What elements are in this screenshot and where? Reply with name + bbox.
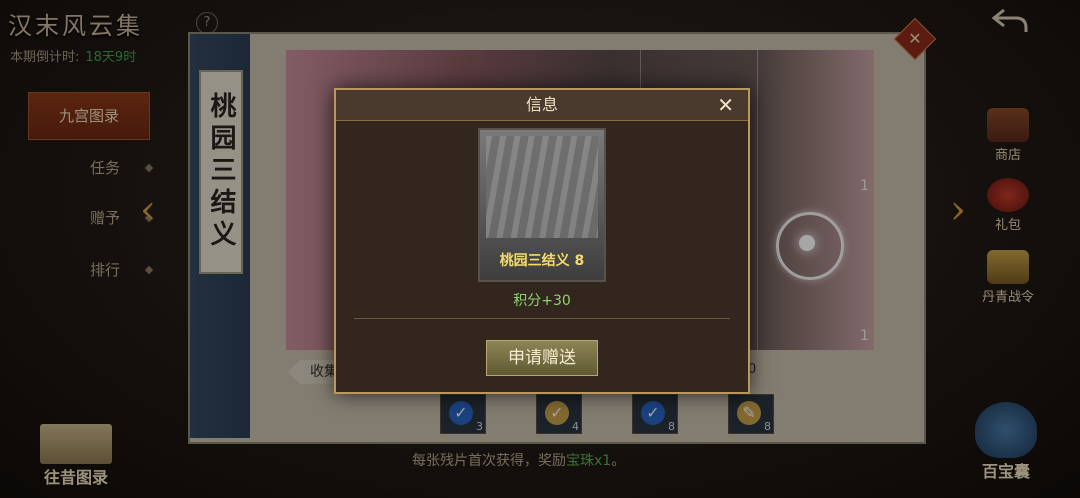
fragment-name: 桃园三结义 8	[499, 253, 585, 269]
fragment-image	[486, 136, 598, 238]
apply-gift-button[interactable]: 申请赠送	[486, 340, 598, 376]
info-dialog: 信息 ✕ 桃园三结义 8 积分+30 申请赠送	[334, 88, 750, 394]
divider	[354, 318, 730, 319]
dialog-title: 信息	[525, 95, 558, 114]
close-icon[interactable]: ✕	[717, 90, 734, 120]
fragment-card: 桃园三结义 8	[478, 128, 606, 282]
points-reward: 积分+30	[513, 293, 571, 309]
